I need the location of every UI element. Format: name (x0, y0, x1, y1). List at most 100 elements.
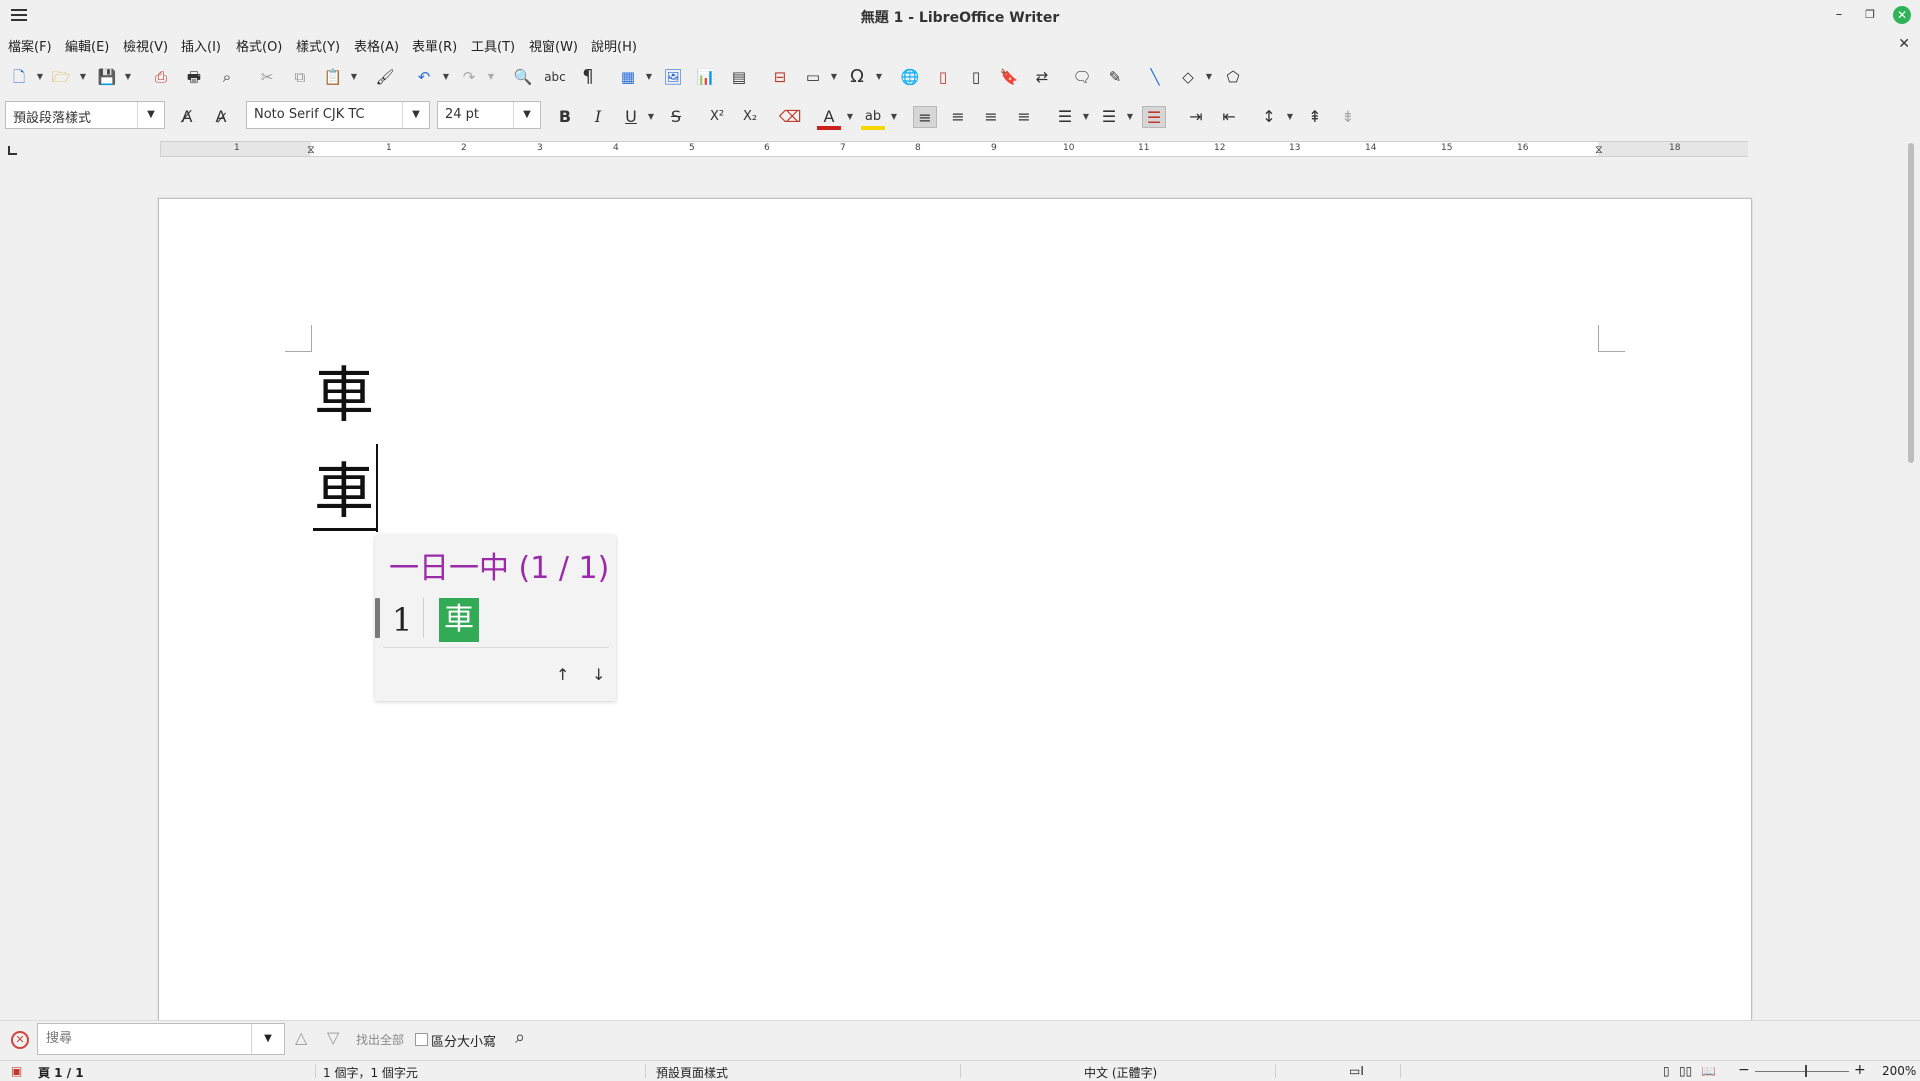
font-size-box[interactable]: 24 pt ▼ (437, 101, 541, 129)
new-style-icon[interactable]: A̷ (209, 106, 233, 128)
underline-button[interactable]: U (619, 106, 643, 128)
insert-textbox-icon[interactable]: ▤ (728, 66, 750, 88)
page-count[interactable]: 頁 1 / 1 (38, 1064, 84, 1081)
insert-field-icon[interactable]: ▭ (802, 66, 824, 88)
subscript-button[interactable]: X₂ (738, 106, 762, 128)
decrease-indent-icon[interactable]: ⇤ (1217, 106, 1241, 128)
menu-edit[interactable]: 編輯(E) (65, 36, 109, 55)
find-replace-dialog-icon[interactable]: ⌕ (515, 1027, 525, 1048)
new-document-icon[interactable]: 🗋 (8, 66, 30, 88)
vertical-scrollbar[interactable] (1908, 143, 1914, 463)
line-icon[interactable]: ╲ (1144, 66, 1166, 88)
bold-button[interactable]: B (553, 106, 577, 128)
multi-page-view-icon[interactable]: ▯▯ (1679, 1064, 1692, 1078)
menu-form[interactable]: 表單(R) (412, 36, 457, 55)
bookmark-icon[interactable]: 🔖 (998, 66, 1020, 88)
menu-tools[interactable]: 工具(T) (471, 36, 515, 55)
horizontal-ruler[interactable]: 1 1 2 3 4 5 6 7 8 9 10 11 12 13 14 15 16… (160, 141, 1748, 157)
track-changes-icon[interactable]: ✎ (1104, 66, 1126, 88)
increase-indent-icon[interactable]: ⇥ (1184, 106, 1208, 128)
decrease-paragraph-spacing-icon[interactable]: ⇟ (1336, 106, 1360, 128)
zoom-slider-handle[interactable] (1805, 1065, 1807, 1077)
field-dropdown-icon[interactable]: ▼ (830, 66, 838, 88)
chevron-down-icon[interactable]: ▼ (402, 102, 429, 128)
selection-mode-icon[interactable]: ▭I (1349, 1064, 1364, 1078)
font-name-box[interactable]: Noto Serif CJK TC ▼ (246, 101, 430, 129)
special-char-dropdown-icon[interactable]: ▼ (875, 66, 883, 88)
comment-icon[interactable]: 🗨 (1071, 66, 1093, 88)
zoom-level[interactable]: 200% (1882, 1064, 1916, 1078)
search-combo[interactable]: ▼ (37, 1023, 285, 1055)
insert-chart-icon[interactable]: 📊 (695, 66, 717, 88)
cut-icon[interactable]: ✂ (256, 66, 278, 88)
right-indent-marker-icon[interactable]: ⧖ (1595, 143, 1603, 157)
zoom-slider[interactable] (1755, 1071, 1849, 1072)
endnote-icon[interactable]: ▯ (965, 66, 987, 88)
highlight-button[interactable]: ab (861, 106, 885, 130)
single-page-view-icon[interactable]: ▯ (1663, 1064, 1670, 1078)
menu-view[interactable]: 檢視(V) (123, 36, 168, 55)
clone-formatting-icon[interactable]: 🖌 (374, 66, 396, 88)
find-previous-icon[interactable]: △ (295, 1028, 307, 1047)
find-all-button[interactable]: 找出全部 (356, 1031, 404, 1048)
chevron-down-icon[interactable]: ▼ (137, 102, 164, 128)
menu-window[interactable]: 視窗(W) (529, 36, 578, 55)
superscript-button[interactable]: X² (705, 106, 729, 128)
book-view-icon[interactable]: 📖 (1701, 1064, 1716, 1078)
no-list-icon[interactable]: ☰ (1142, 106, 1166, 128)
word-count[interactable]: 1 個字，1 個字元 (323, 1064, 418, 1081)
ime-prev-page-icon[interactable]: ↑ (556, 665, 569, 684)
bullet-list-icon[interactable]: ☰ (1053, 106, 1077, 128)
search-input[interactable] (44, 1030, 248, 1047)
left-indent-marker-icon[interactable]: ⧖ (307, 143, 315, 157)
tab-stop-icon[interactable] (8, 146, 17, 155)
match-case-checkbox[interactable] (415, 1033, 428, 1046)
insert-image-icon[interactable]: 🖼 (662, 66, 684, 88)
copy-icon[interactable]: ⧉ (289, 66, 311, 88)
menu-table[interactable]: 表格(A) (354, 36, 399, 55)
numbered-list-icon[interactable]: ☰ (1097, 106, 1121, 128)
save-icon[interactable]: 💾 (96, 66, 118, 88)
zoom-in-icon[interactable]: + (1854, 1062, 1866, 1078)
paste-dropdown-icon[interactable]: ▼ (350, 66, 358, 88)
italic-button[interactable]: I (586, 106, 610, 128)
align-center-button[interactable]: ≡ (946, 106, 970, 128)
align-right-button[interactable]: ≡ (979, 106, 1003, 128)
document-modified-icon[interactable]: ▣ (11, 1064, 22, 1078)
find-replace-icon[interactable]: 🔍 (512, 66, 534, 88)
new-dropdown-icon[interactable]: ▼ (36, 66, 44, 88)
underline-dropdown-icon[interactable]: ▼ (647, 106, 655, 128)
update-style-icon[interactable]: A̸ (175, 106, 199, 128)
table-dropdown-icon[interactable]: ▼ (645, 66, 653, 88)
hyperlink-icon[interactable]: 🌐 (899, 66, 921, 88)
zoom-out-icon[interactable]: − (1738, 1062, 1750, 1078)
chevron-down-icon[interactable]: ▼ (513, 102, 540, 128)
open-folder-icon[interactable]: 🗁 (50, 66, 72, 88)
formatting-marks-icon[interactable]: ¶ (577, 66, 599, 88)
basic-shapes-icon[interactable]: ◇ (1177, 66, 1199, 88)
highlight-dropdown-icon[interactable]: ▼ (890, 106, 898, 128)
redo-icon[interactable]: ↷ (458, 66, 480, 88)
footnote-icon[interactable]: ▯ (932, 66, 954, 88)
close-document-button[interactable]: ✕ (1898, 36, 1910, 52)
menu-help[interactable]: 說明(H) (591, 36, 637, 55)
line-spacing-icon[interactable]: ↕ (1257, 106, 1281, 128)
undo-dropdown-icon[interactable]: ▼ (442, 66, 450, 88)
align-left-button[interactable]: ≡ (913, 106, 937, 128)
insert-table-icon[interactable]: ▦ (617, 66, 639, 88)
strikethrough-button[interactable]: S (664, 106, 688, 128)
paste-icon[interactable]: 📋 (322, 66, 344, 88)
paragraph-style-box[interactable]: 預設段落樣式 ▼ (5, 101, 165, 129)
menu-insert[interactable]: 插入(I) (181, 36, 221, 55)
print-preview-icon[interactable]: ⌕ (216, 66, 238, 88)
font-color-dropdown-icon[interactable]: ▼ (846, 106, 854, 128)
document-text-line-2-preedit[interactable]: 車 (314, 462, 374, 522)
draw-functions-icon[interactable]: ⬠ (1222, 66, 1244, 88)
open-dropdown-icon[interactable]: ▼ (79, 66, 87, 88)
document-text-line-1[interactable]: 車 (314, 366, 374, 426)
export-pdf-icon[interactable]: ⎙ (150, 66, 172, 88)
chevron-down-icon[interactable]: ▼ (251, 1024, 284, 1054)
justify-button[interactable]: ≡ (1012, 106, 1036, 128)
line-spacing-dropdown-icon[interactable]: ▼ (1286, 106, 1294, 128)
ime-next-page-icon[interactable]: ↓ (592, 665, 605, 684)
